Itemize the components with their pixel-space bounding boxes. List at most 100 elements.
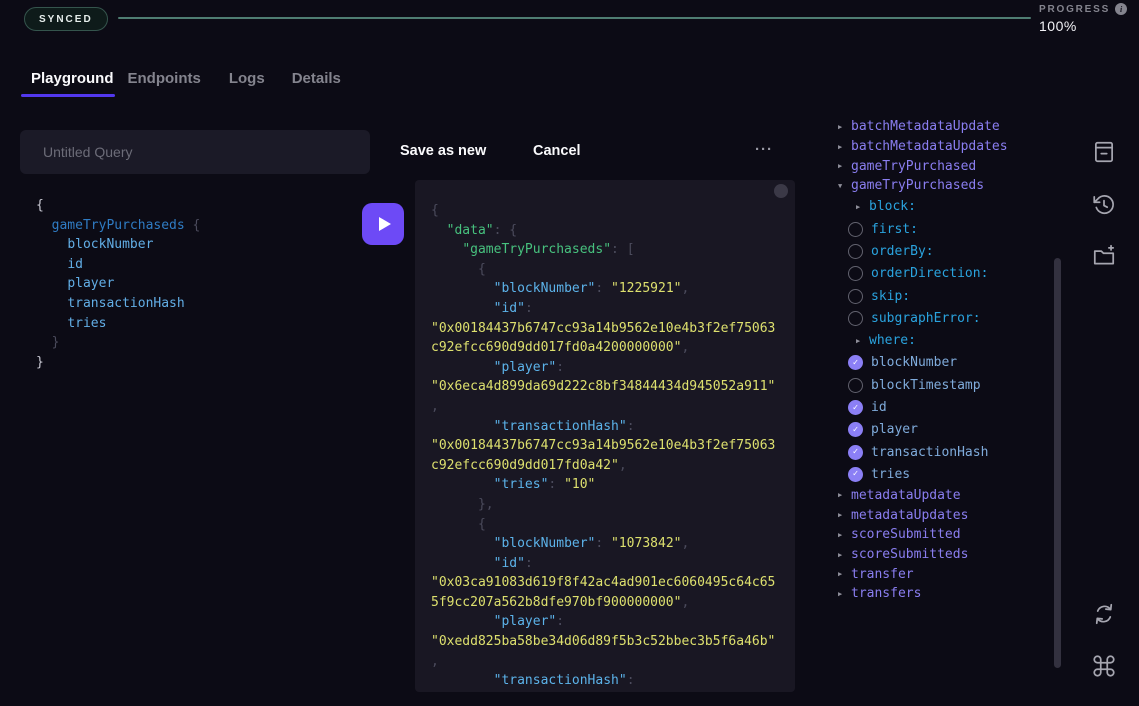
folder-plus-icon[interactable]	[1091, 243, 1117, 269]
chevron-right-icon[interactable]: ▶	[838, 143, 851, 151]
checkbox-checked-icon[interactable]: ✓	[848, 400, 863, 415]
checkbox-checked-icon[interactable]: ✓	[848, 467, 863, 482]
explorer-item-label: tries	[871, 467, 910, 482]
checkbox-unchecked-icon[interactable]	[848, 289, 863, 304]
explorer-item-id[interactable]: ✓id	[830, 396, 1052, 418]
code-line: "tries": "10"	[431, 475, 779, 495]
save-as-new-button[interactable]: Save as new	[400, 143, 486, 159]
explorer-item-transfers[interactable]: ▶transfers	[830, 584, 1052, 604]
code-line: }	[36, 333, 356, 353]
tab-details[interactable]: Details	[292, 60, 341, 97]
checkbox-unchecked-icon[interactable]	[848, 378, 863, 393]
info-icon[interactable]: i	[1115, 3, 1127, 15]
chevron-right-icon[interactable]: ▶	[856, 203, 869, 211]
chevron-right-icon[interactable]: ▶	[838, 123, 851, 131]
checkbox-checked-icon[interactable]: ✓	[848, 445, 863, 460]
explorer-item-where[interactable]: ▶where:	[830, 330, 1052, 352]
results-panel: { "data": { "gameTryPurchaseds": [ { "bl…	[415, 180, 795, 692]
explorer-item-gameTryPurchased[interactable]: ▶gameTryPurchased	[830, 156, 1052, 176]
more-options-button[interactable]: ···	[755, 141, 773, 158]
code-line: "transactionHash":	[431, 671, 779, 691]
refresh-schema-icon[interactable]	[1091, 601, 1117, 627]
code-line: },	[431, 495, 779, 515]
code-line: blockNumber	[36, 235, 356, 255]
code-line: "player": "0xedd825ba58be34d06d89f5b3c52…	[431, 612, 779, 671]
chevron-right-icon[interactable]: ▶	[838, 511, 851, 519]
explorer-item-skip[interactable]: skip:	[830, 285, 1052, 307]
query-name-input[interactable]	[20, 130, 370, 174]
scroll-indicator-dot[interactable]	[774, 184, 788, 198]
explorer-item-label: transfers	[851, 586, 921, 601]
code-line: player	[36, 274, 356, 294]
code-line: "blockNumber": "1225921",	[431, 279, 779, 299]
explorer-item-label: metadataUpdates	[851, 508, 968, 523]
explorer-item-metadataUpdates[interactable]: ▶metadataUpdates	[830, 505, 1052, 525]
explorer-item-label: block:	[869, 199, 916, 214]
code-line: {	[431, 260, 779, 280]
explorer-item-label: blockNumber	[871, 355, 957, 370]
code-line: transactionHash	[36, 294, 356, 314]
explorer-item-batchMetadataUpdate[interactable]: ▶batchMetadataUpdate	[830, 117, 1052, 137]
schema-explorer: ▶batchMetadataUpdate▶batchMetadataUpdate…	[830, 117, 1052, 604]
explorer-item-label: scoreSubmitteds	[851, 547, 968, 562]
history-icon[interactable]	[1091, 192, 1117, 218]
explorer-item-blockTimestamp[interactable]: blockTimestamp	[830, 374, 1052, 396]
tab-playground[interactable]: Playground	[31, 60, 114, 97]
chevron-right-icon[interactable]: ▶	[856, 337, 869, 345]
explorer-item-metadataUpdate[interactable]: ▶metadataUpdate	[830, 486, 1052, 506]
tab-endpoints[interactable]: Endpoints	[128, 60, 201, 97]
checkbox-unchecked-icon[interactable]	[848, 311, 863, 326]
explorer-item-scoreSubmitteds[interactable]: ▶scoreSubmitteds	[830, 545, 1052, 565]
explorer-item-label: blockTimestamp	[871, 378, 981, 393]
explorer-item-subgraphError[interactable]: subgraphError:	[830, 307, 1052, 329]
explorer-scrollbar[interactable]	[1054, 258, 1061, 668]
checkbox-checked-icon[interactable]: ✓	[848, 355, 863, 370]
progress-value: 100%	[1039, 18, 1131, 34]
command-icon[interactable]	[1091, 653, 1117, 679]
play-icon	[379, 217, 391, 231]
code-line: "data": {	[431, 221, 779, 241]
explorer-item-first[interactable]: first:	[830, 218, 1052, 240]
code-line: "gameTryPurchaseds": [	[431, 240, 779, 260]
explorer-item-batchMetadataUpdates[interactable]: ▶batchMetadataUpdates	[830, 137, 1052, 157]
explorer-item-label: where:	[869, 333, 916, 348]
explorer-item-scoreSubmitted[interactable]: ▶scoreSubmitted	[830, 525, 1052, 545]
code-line: gameTryPurchaseds {	[36, 216, 356, 236]
chevron-down-icon[interactable]: ▼	[838, 182, 851, 190]
checkbox-unchecked-icon[interactable]	[848, 222, 863, 237]
explorer-item-label: metadataUpdate	[851, 488, 961, 503]
checkbox-unchecked-icon[interactable]	[848, 244, 863, 259]
progress-label: PROGRESS	[1039, 4, 1110, 15]
explorer-item-block[interactable]: ▶block:	[830, 196, 1052, 218]
explorer-item-label: batchMetadataUpdates	[851, 139, 1008, 154]
explorer-item-gameTryPurchaseds[interactable]: ▼gameTryPurchaseds	[830, 176, 1052, 196]
explorer-item-tries[interactable]: ✓ tries	[830, 463, 1052, 485]
archive-box-icon[interactable]	[1091, 139, 1117, 165]
chevron-right-icon[interactable]: ▶	[838, 590, 851, 598]
checkbox-unchecked-icon[interactable]	[848, 266, 863, 281]
chevron-right-icon[interactable]: ▶	[838, 491, 851, 499]
run-query-button[interactable]	[362, 203, 404, 245]
explorer-item-transactionHash[interactable]: ✓ transactionHash	[830, 441, 1052, 463]
explorer-item-label: transactionHash	[871, 445, 988, 460]
chevron-right-icon[interactable]: ▶	[838, 531, 851, 539]
results-json: { "data": { "gameTryPurchaseds": [ { "bl…	[431, 201, 779, 691]
explorer-item-label: gameTryPurchaseds	[851, 178, 984, 193]
explorer-item-label: skip:	[871, 289, 910, 304]
code-line: id	[36, 255, 356, 275]
explorer-item-player[interactable]: ✓player	[830, 419, 1052, 441]
explorer-item-label: transfer	[851, 567, 914, 582]
tab-logs[interactable]: Logs	[229, 60, 265, 97]
code-line: "player": "0x6eca4d899da69d222c8bf348444…	[431, 358, 779, 417]
chevron-right-icon[interactable]: ▶	[838, 570, 851, 578]
checkbox-checked-icon[interactable]: ✓	[848, 422, 863, 437]
query-editor[interactable]: { gameTryPurchaseds { blockNumber id pla…	[36, 196, 356, 372]
chevron-right-icon[interactable]: ▶	[838, 162, 851, 170]
explorer-item-blockNumber[interactable]: ✓ blockNumber	[830, 352, 1052, 374]
sync-status-label: SYNCED	[39, 14, 93, 25]
cancel-button[interactable]: Cancel	[533, 143, 581, 159]
chevron-right-icon[interactable]: ▶	[838, 551, 851, 559]
explorer-item-orderDirection[interactable]: orderDirection:	[830, 263, 1052, 285]
explorer-item-orderBy[interactable]: orderBy:	[830, 240, 1052, 262]
explorer-item-transfer[interactable]: ▶transfer	[830, 564, 1052, 584]
